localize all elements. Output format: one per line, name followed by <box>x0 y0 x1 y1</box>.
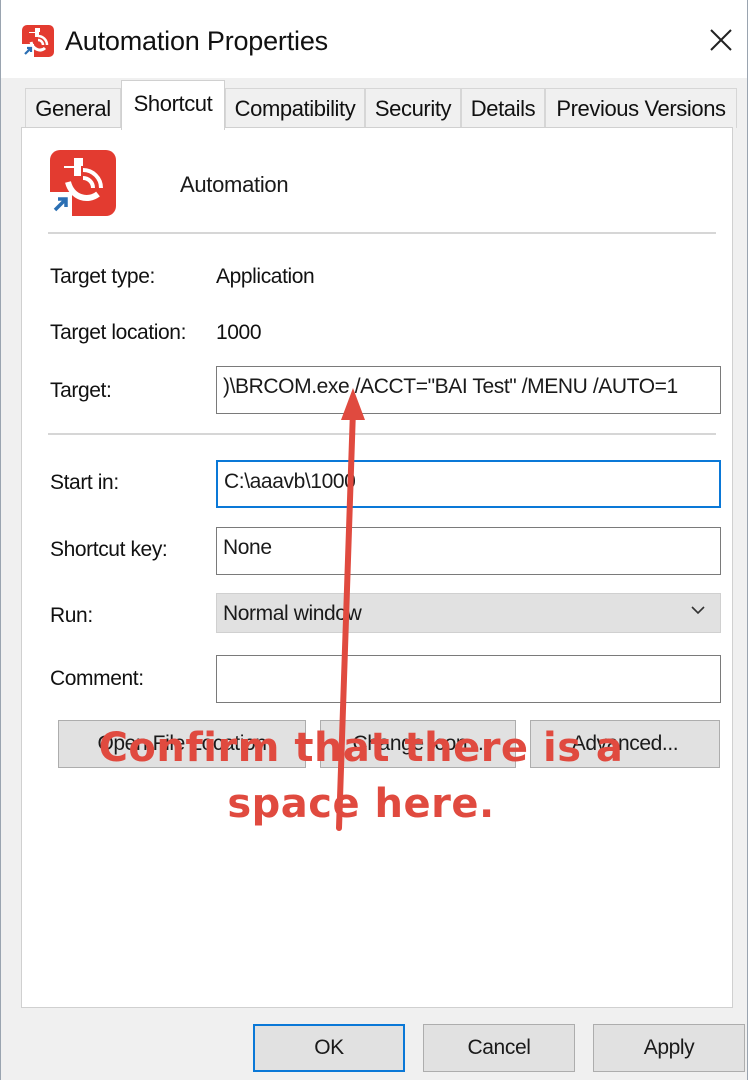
tab-general[interactable]: General <box>25 88 121 128</box>
run-select[interactable]: Normal window <box>216 593 721 633</box>
title-bar: Automation Properties <box>1 0 747 78</box>
ok-button[interactable]: OK <box>253 1024 405 1072</box>
start-in-field[interactable]: C:\aaavb\1000 <box>216 460 721 508</box>
shortcut-panel: Automation Target type: Application Targ… <box>21 127 733 1008</box>
annotation-line-2: space here. <box>227 781 495 827</box>
cancel-button[interactable]: Cancel <box>423 1024 575 1072</box>
automation-shortcut-icon <box>50 150 116 216</box>
tab-compatibility[interactable]: Compatibility <box>225 88 365 128</box>
apply-button[interactable]: Apply <box>593 1024 745 1072</box>
tab-details[interactable]: Details <box>461 88 545 128</box>
window-title: Automation Properties <box>65 26 328 56</box>
target-location-label: Target location: <box>50 321 187 344</box>
tab-previous-versions[interactable]: Previous Versions <box>545 88 737 128</box>
target-type-value: Application <box>216 265 315 288</box>
shortcut-key-field[interactable]: None <box>216 527 721 575</box>
shortcut-name: Automation <box>180 172 289 197</box>
comment-label: Comment: <box>50 667 144 690</box>
tab-security[interactable]: Security <box>365 88 461 128</box>
automation-app-icon <box>22 25 54 57</box>
run-select-value: Normal window <box>223 602 362 625</box>
run-label: Run: <box>50 604 93 627</box>
tab-shortcut[interactable]: Shortcut <box>121 80 225 130</box>
close-icon[interactable] <box>701 20 741 60</box>
separator <box>48 232 716 234</box>
annotation-callout: Confirm that there is a space here. <box>61 720 661 832</box>
dialog-buttons: OK Cancel Apply <box>1 1010 747 1080</box>
target-location-value: 1000 <box>216 321 262 344</box>
start-in-label: Start in: <box>50 471 119 494</box>
comment-field[interactable] <box>216 655 721 703</box>
target-field[interactable]: )\BRCOM.exe /ACCT="BAI Test" /MENU /AUTO… <box>216 366 721 414</box>
annotation-line-1: Confirm that there is a <box>98 725 624 771</box>
target-label: Target: <box>50 379 112 402</box>
chevron-down-icon <box>691 606 705 615</box>
shortcut-key-label: Shortcut key: <box>50 538 168 561</box>
tab-strip: General Shortcut Compatibility Security … <box>1 80 747 130</box>
separator <box>48 433 716 435</box>
target-type-label: Target type: <box>50 265 155 288</box>
properties-window: Automation Properties General Shortcut C… <box>0 0 748 1080</box>
